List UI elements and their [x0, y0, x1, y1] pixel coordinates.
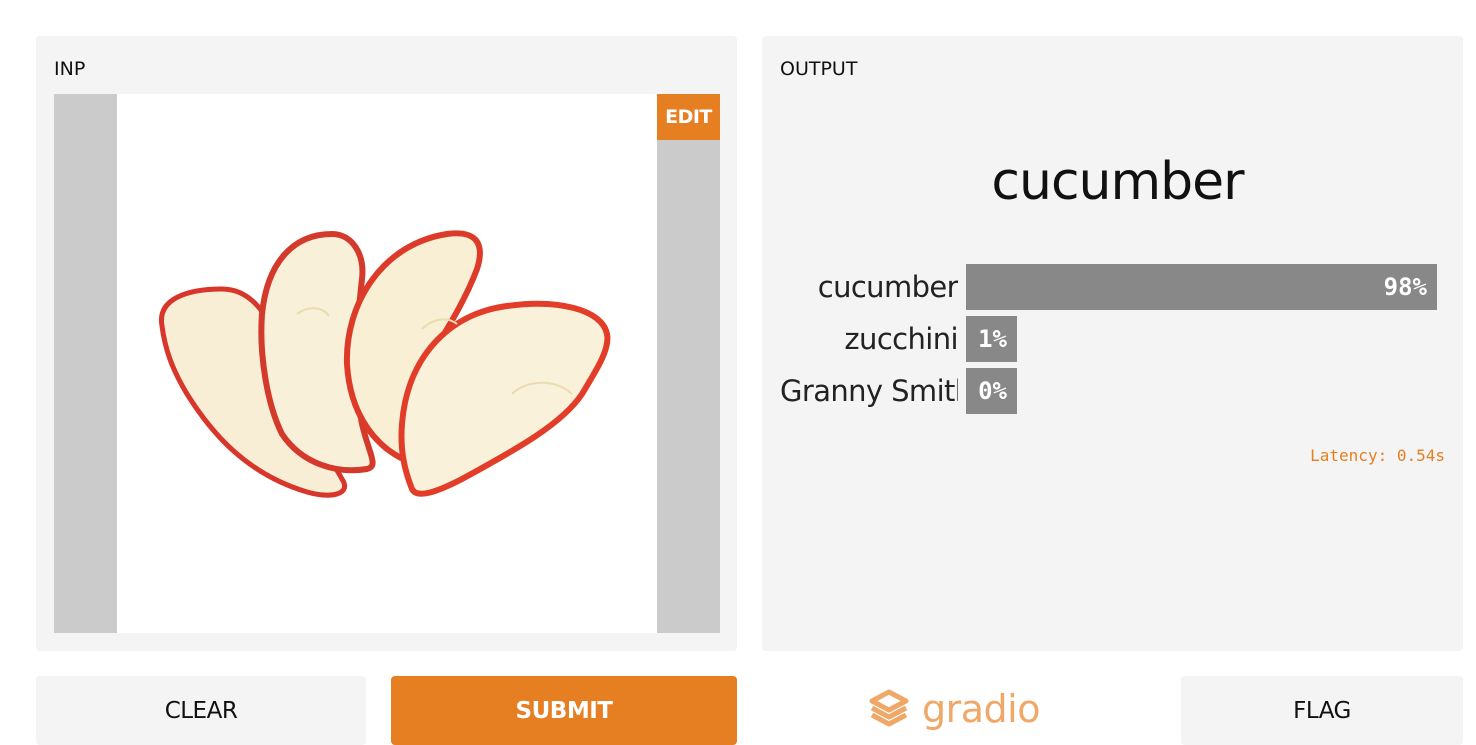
predicted-label: cucumber: [991, 152, 1244, 212]
clear-button[interactable]: CLEAR: [36, 676, 366, 745]
flag-button[interactable]: FLAG: [1181, 676, 1463, 745]
confidence-row: cucumber 98%: [762, 264, 1463, 310]
latency-text: Latency: 0.54s: [1310, 446, 1445, 465]
input-panel: INP EDIT: [36, 36, 737, 651]
input-image[interactable]: [117, 94, 657, 633]
confidence-value: 98%: [1383, 273, 1427, 301]
confidence-value: 0%: [978, 377, 1007, 405]
apple-slices-image: [159, 230, 611, 498]
confidence-label: cucumber: [817, 270, 958, 304]
image-frame: EDIT: [54, 94, 720, 633]
confidence-value: 1%: [978, 325, 1007, 353]
confidence-row: Granny Smith 0%: [762, 368, 1463, 414]
confidence-bar: 98%: [966, 264, 1437, 310]
confidence-bar: 0%: [966, 368, 1017, 414]
confidence-label: Granny Smith: [780, 374, 958, 408]
confidence-label: zucchini: [844, 322, 958, 356]
gradio-logo-icon: [869, 689, 909, 727]
confidence-bar: 1%: [966, 316, 1017, 362]
output-panel: OUTPUT cucumber cucumber 98% zucchini 1%…: [762, 36, 1463, 651]
gradio-wordmark: gradio: [922, 687, 1040, 731]
edit-button[interactable]: EDIT: [657, 94, 720, 140]
output-title: OUTPUT: [780, 58, 858, 80]
submit-button[interactable]: SUBMIT: [391, 676, 737, 745]
gradio-brand[interactable]: gradio: [866, 686, 1040, 732]
input-title: INP: [54, 58, 86, 80]
confidence-row: zucchini 1%: [762, 316, 1463, 362]
